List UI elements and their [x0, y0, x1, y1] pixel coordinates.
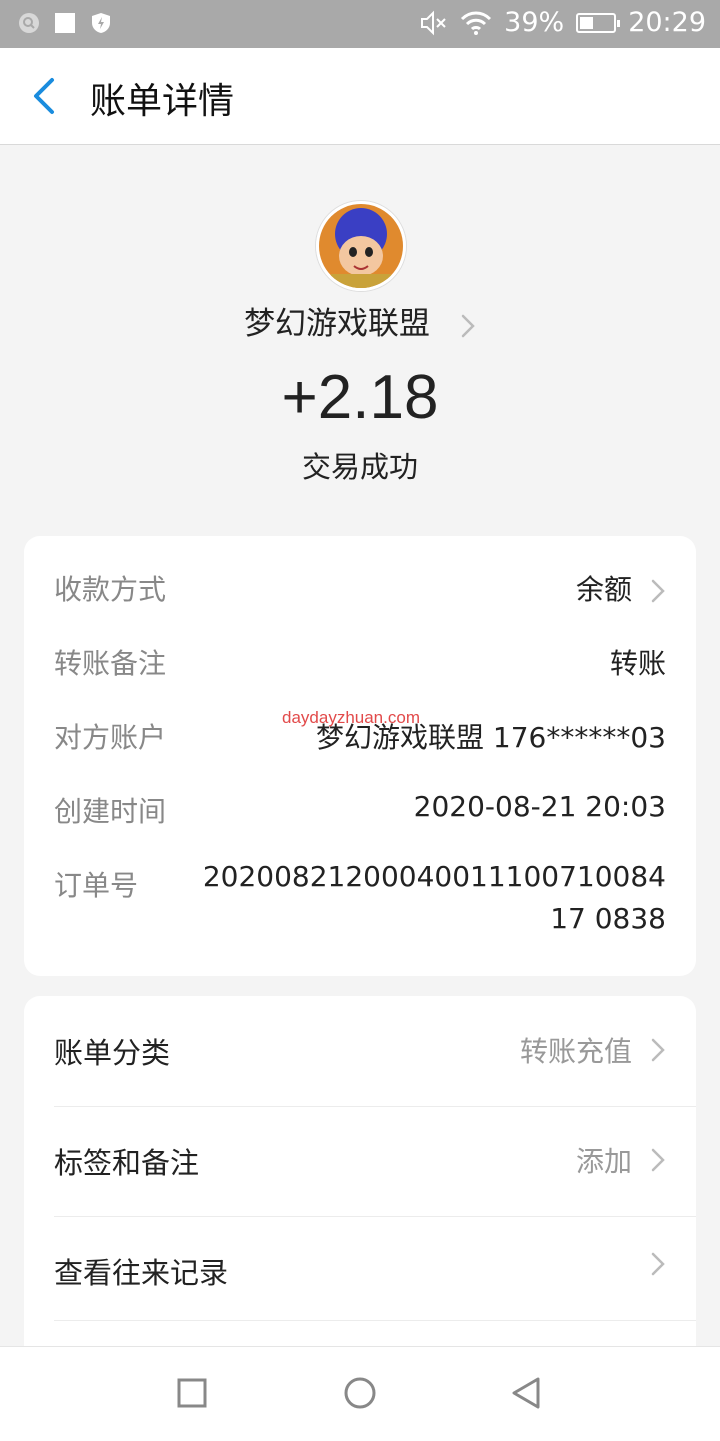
page-title: 账单详情 [90, 81, 235, 122]
battery-percent: 39% [504, 7, 565, 38]
chevron-left-icon[interactable] [26, 76, 62, 116]
row-label: 标签和备注 [54, 1146, 200, 1180]
chevron-right-icon [651, 1038, 665, 1062]
row-value: 添加 [576, 1140, 666, 1180]
row-label: 查看往来记录 [54, 1256, 229, 1290]
detail-label: 转账备注 [54, 647, 167, 680]
watermark: daydayzhuan.com [282, 708, 420, 727]
row-label: 账单分类 [54, 1036, 171, 1070]
chevron-right-icon [651, 1148, 665, 1172]
system-nav-bar [0, 1346, 720, 1441]
tags-notes-row[interactable]: 标签和备注 添加 [54, 1106, 696, 1217]
bill-category-value: 转账充值 [519, 1035, 632, 1068]
back-triangle-icon[interactable] [508, 1375, 544, 1411]
transaction-status: 交易成功 [301, 450, 418, 484]
detail-label: 创建时间 [54, 795, 167, 828]
detail-label: 收款方式 [54, 573, 167, 606]
detail-label: 对方账户 [54, 721, 167, 754]
avatar-image [319, 204, 403, 288]
transaction-amount: +2.18 [281, 363, 439, 432]
actions-card: 账单分类 转账充值 标签和备注 添加 查看往来记录 [24, 996, 696, 1356]
square-icon [55, 13, 75, 33]
shield-icon [92, 13, 110, 33]
merchant-name: 梦幻游戏联盟 [244, 306, 431, 342]
chevron-right-icon [651, 1252, 665, 1276]
mute-icon [421, 10, 446, 35]
detail-value: 余额 [576, 568, 666, 608]
search-icon [19, 13, 39, 33]
detail-value: 转账 [609, 647, 666, 680]
view-history-row[interactable]: 查看往来记录 [54, 1216, 696, 1321]
detail-value: 2020-08-21 20:03 [413, 790, 666, 823]
recent-apps-icon[interactable] [174, 1375, 210, 1411]
battery-icon [576, 12, 621, 33]
home-icon[interactable] [342, 1375, 378, 1411]
chevron-right-icon [651, 579, 665, 603]
chevron-right-icon [461, 314, 475, 337]
merchant-avatar[interactable] [316, 201, 406, 291]
clock: 20:29 [628, 7, 706, 38]
bill-category-row[interactable]: 账单分类 转账充值 [54, 996, 696, 1107]
detail-value: 2020082120004001110071008417 0838 [202, 860, 666, 935]
merchant-name-row[interactable]: 梦幻游戏联盟 [0, 298, 720, 343]
row-value: 转账充值 [520, 1030, 666, 1070]
wifi-icon [461, 11, 492, 35]
add-tag-value: 添加 [575, 1145, 632, 1178]
details-card: 收款方式 余额 转账备注 转账 对方账户 梦幻游戏联盟 176******03 … [24, 536, 696, 976]
payment-method-value: 余额 [575, 573, 632, 606]
status-bar: 39% 20:29 [0, 0, 720, 48]
row-value [632, 1250, 666, 1278]
detail-label: 订单号 [54, 869, 139, 902]
app-header: 账单详情 [0, 48, 720, 145]
